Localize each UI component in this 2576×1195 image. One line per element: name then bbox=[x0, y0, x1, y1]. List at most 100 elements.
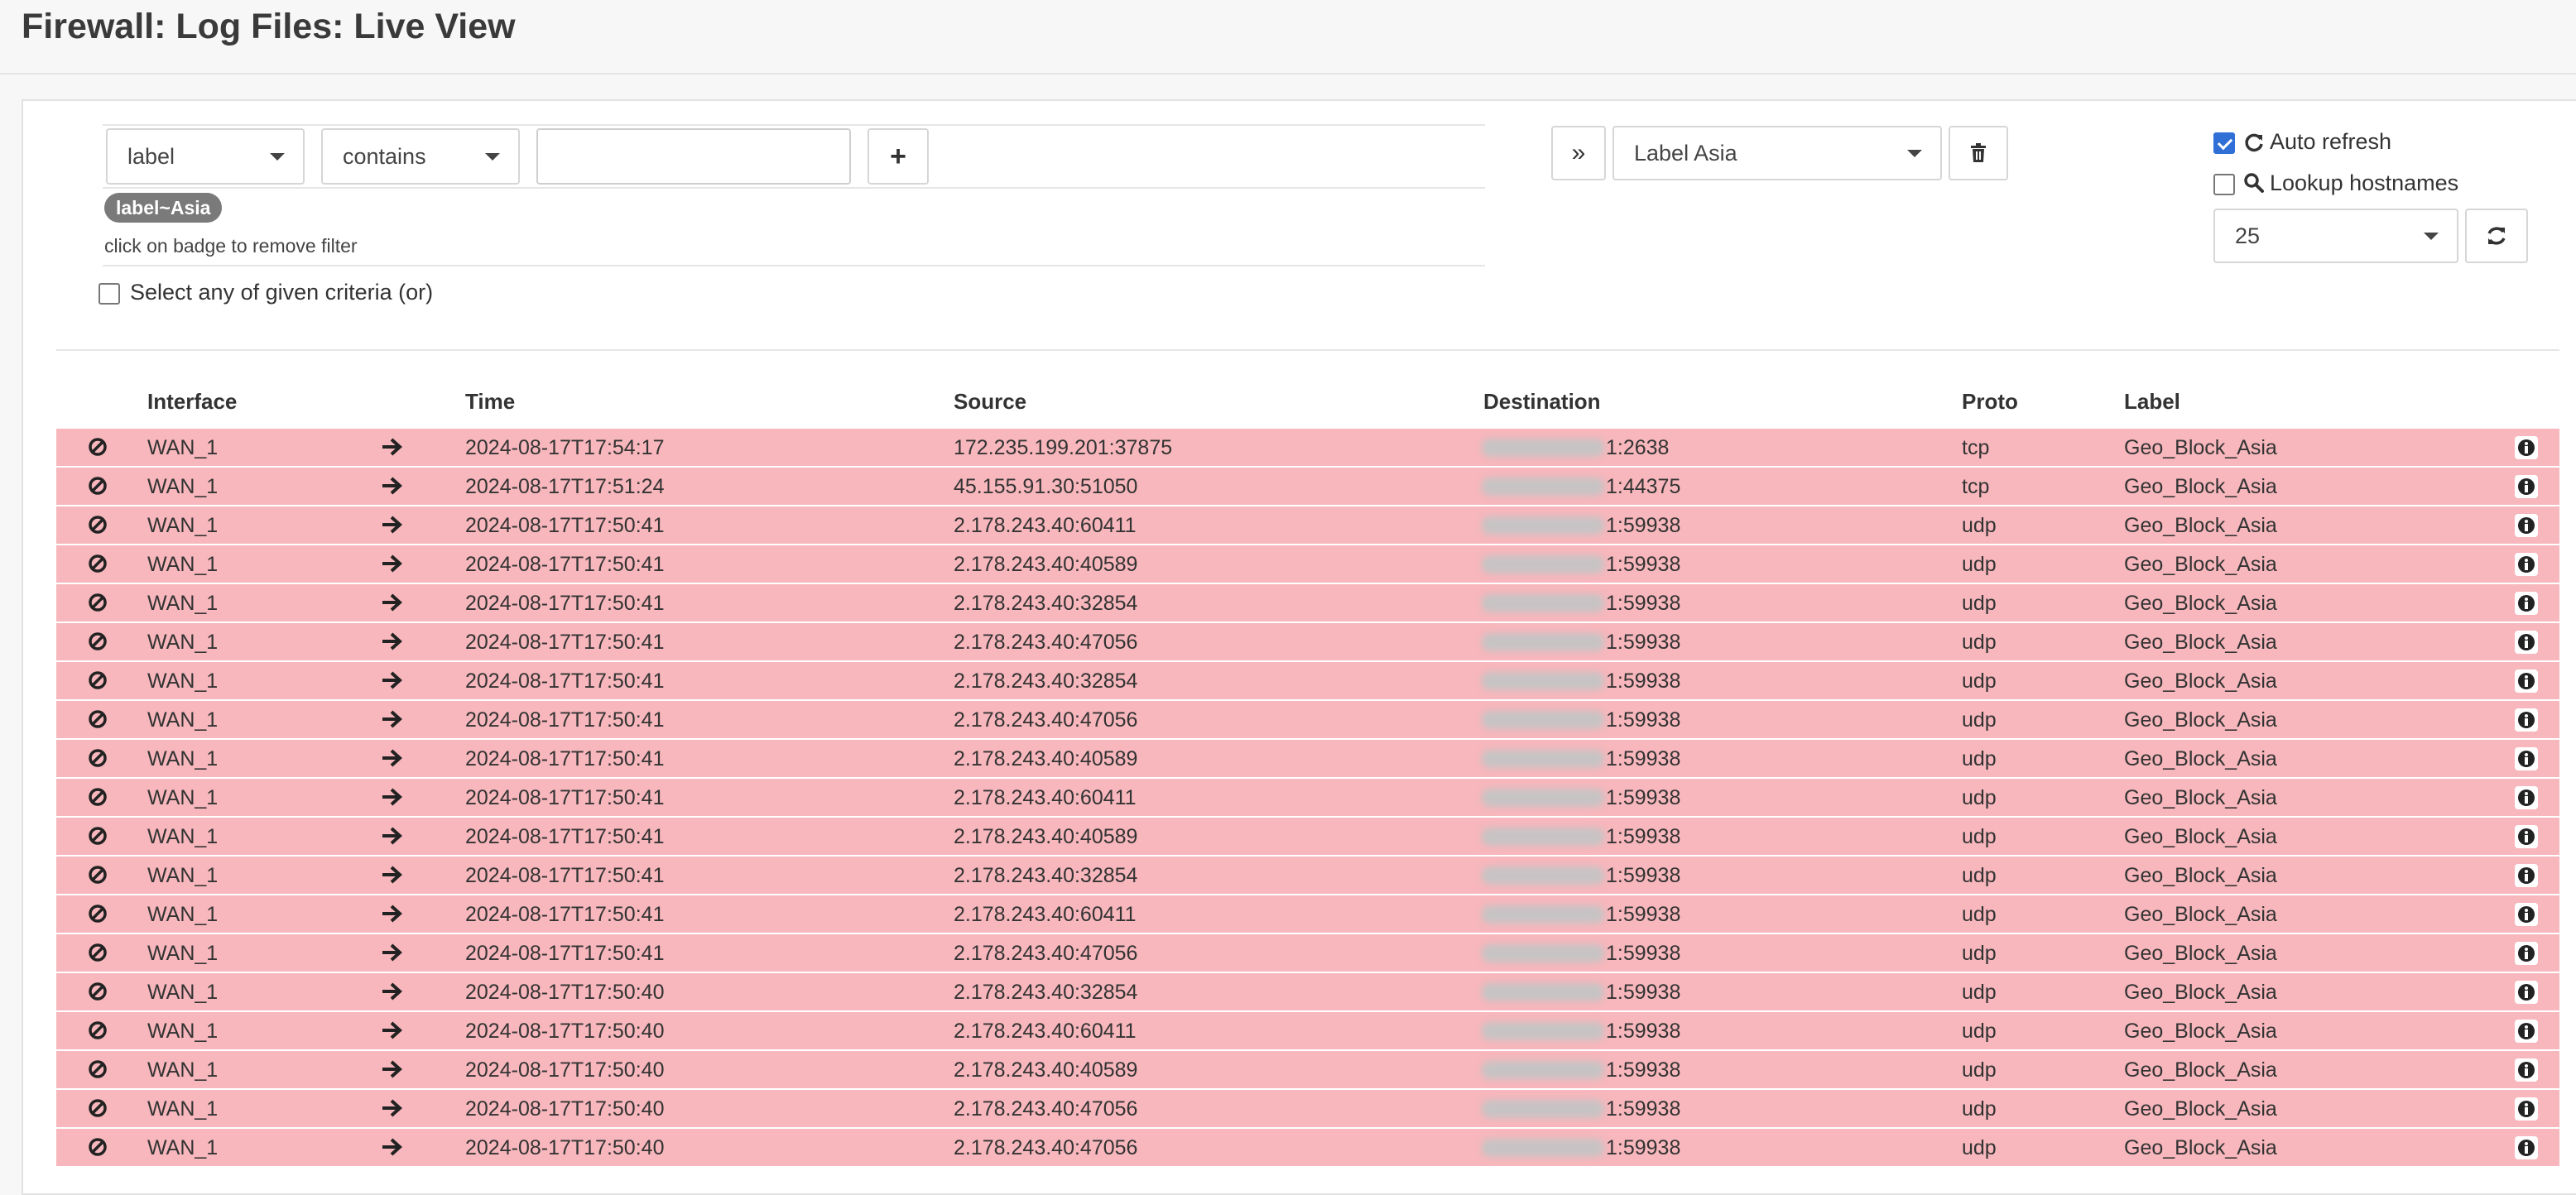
auto-refresh-checkbox[interactable] bbox=[2213, 132, 2235, 154]
filter-operator-value: contains bbox=[343, 143, 426, 169]
filter-value-input[interactable] bbox=[536, 128, 851, 185]
table-row[interactable]: WAN_1 2024-08-17T17:50:40 2.178.243.40:6… bbox=[56, 1012, 2559, 1049]
table-row[interactable]: WAN_1 2024-08-17T17:50:41 2.178.243.40:4… bbox=[56, 623, 2559, 660]
table-row[interactable]: WAN_1 2024-08-17T17:50:41 2.178.243.40:4… bbox=[56, 545, 2559, 583]
info-icon[interactable] bbox=[2515, 747, 2538, 770]
lookup-hostnames-label: Lookup hostnames bbox=[2270, 170, 2459, 195]
table-row[interactable]: WAN_1 2024-08-17T17:50:41 2.178.243.40:3… bbox=[56, 584, 2559, 621]
cell-time: 2024-08-17T17:51:24 bbox=[465, 475, 665, 498]
cell-proto: udp bbox=[1962, 1020, 1997, 1043]
column-header-proto[interactable]: Proto bbox=[1962, 389, 2018, 415]
redacted-address bbox=[1482, 672, 1604, 690]
cell-interface: WAN_1 bbox=[147, 1058, 219, 1082]
cell-time: 2024-08-17T17:50:41 bbox=[465, 708, 665, 732]
cell-time: 2024-08-17T17:50:41 bbox=[465, 864, 665, 887]
info-icon[interactable] bbox=[2515, 786, 2538, 809]
info-icon[interactable] bbox=[2515, 436, 2538, 459]
info-circle-icon bbox=[2518, 867, 2535, 884]
cell-interface: WAN_1 bbox=[147, 631, 219, 654]
page-title: Firewall: Log Files: Live View bbox=[22, 7, 516, 46]
info-icon[interactable] bbox=[2515, 592, 2538, 615]
info-circle-icon bbox=[2518, 789, 2535, 806]
lookup-hostnames-checkbox[interactable] bbox=[2213, 174, 2235, 195]
table-row[interactable]: WAN_1 2024-08-17T17:50:41 2.178.243.40:4… bbox=[56, 740, 2559, 777]
info-icon[interactable] bbox=[2515, 553, 2538, 576]
cell-time: 2024-08-17T17:54:17 bbox=[465, 436, 665, 459]
column-header-destination[interactable]: Destination bbox=[1483, 389, 1601, 415]
info-icon[interactable] bbox=[2515, 1097, 2538, 1121]
arrow-right-icon bbox=[382, 788, 402, 806]
filter-operator-select[interactable]: contains bbox=[321, 128, 520, 185]
info-icon[interactable] bbox=[2515, 631, 2538, 654]
table-row[interactable]: WAN_1 2024-08-17T17:50:40 2.178.243.40:3… bbox=[56, 973, 2559, 1010]
info-icon[interactable] bbox=[2515, 514, 2538, 537]
block-icon bbox=[89, 749, 107, 767]
info-icon[interactable] bbox=[2515, 942, 2538, 965]
info-icon[interactable] bbox=[2515, 669, 2538, 693]
cell-time: 2024-08-17T17:50:40 bbox=[465, 1097, 665, 1121]
table-row[interactable]: WAN_1 2024-08-17T17:50:41 2.178.243.40:3… bbox=[56, 662, 2559, 699]
table-row[interactable]: WAN_1 2024-08-17T17:50:40 2.178.243.40:4… bbox=[56, 1129, 2559, 1166]
apply-template-button[interactable]: » bbox=[1551, 126, 1606, 180]
info-icon[interactable] bbox=[2515, 475, 2538, 498]
cell-destination: 1:59938 bbox=[1606, 864, 1681, 887]
arrow-right-icon bbox=[382, 1138, 402, 1156]
table-row[interactable]: WAN_1 2024-08-17T17:50:40 2.178.243.40:4… bbox=[56, 1090, 2559, 1127]
cell-interface: WAN_1 bbox=[147, 475, 219, 498]
table-row[interactable]: WAN_1 2024-08-17T17:50:40 2.178.243.40:4… bbox=[56, 1051, 2559, 1088]
info-icon[interactable] bbox=[2515, 708, 2538, 732]
info-icon[interactable] bbox=[2515, 1136, 2538, 1159]
page-size-select[interactable]: 25 bbox=[2213, 209, 2458, 263]
info-circle-icon bbox=[2518, 1062, 2535, 1078]
table-row[interactable]: WAN_1 2024-08-17T17:51:24 45.155.91.30:5… bbox=[56, 468, 2559, 505]
filter-field-select[interactable]: label bbox=[106, 128, 305, 185]
info-icon[interactable] bbox=[2515, 981, 2538, 1004]
or-criteria-checkbox[interactable] bbox=[99, 283, 120, 305]
info-circle-icon bbox=[2518, 712, 2535, 728]
table-row[interactable]: WAN_1 2024-08-17T17:50:41 2.178.243.40:4… bbox=[56, 818, 2559, 855]
info-icon[interactable] bbox=[2515, 864, 2538, 887]
redacted-address bbox=[1482, 516, 1604, 535]
table-row[interactable]: WAN_1 2024-08-17T17:50:41 2.178.243.40:6… bbox=[56, 779, 2559, 816]
cell-interface: WAN_1 bbox=[147, 669, 219, 693]
table-row[interactable]: WAN_1 2024-08-17T17:50:41 2.178.243.40:6… bbox=[56, 506, 2559, 544]
cell-proto: udp bbox=[1962, 553, 1997, 576]
table-row[interactable]: WAN_1 2024-08-17T17:50:41 2.178.243.40:4… bbox=[56, 701, 2559, 738]
cell-source: 2.178.243.40:32854 bbox=[954, 592, 1138, 615]
delete-template-button[interactable] bbox=[1949, 126, 2008, 180]
cell-proto: udp bbox=[1962, 903, 1997, 926]
active-filter-badge[interactable]: label~Asia bbox=[104, 193, 223, 223]
redacted-address bbox=[1482, 555, 1604, 574]
redacted-address bbox=[1482, 1139, 1604, 1157]
table-row[interactable]: WAN_1 2024-08-17T17:50:41 2.178.243.40:4… bbox=[56, 934, 2559, 972]
arrow-right-icon bbox=[382, 516, 402, 534]
info-icon[interactable] bbox=[2515, 903, 2538, 926]
cell-label: Geo_Block_Asia bbox=[2124, 1058, 2277, 1082]
cell-proto: udp bbox=[1962, 942, 1997, 965]
cell-time: 2024-08-17T17:50:40 bbox=[465, 981, 665, 1004]
block-icon bbox=[89, 1099, 107, 1117]
table-row[interactable]: WAN_1 2024-08-17T17:54:17 172.235.199.20… bbox=[56, 429, 2559, 466]
table-row[interactable]: WAN_1 2024-08-17T17:50:41 2.178.243.40:6… bbox=[56, 895, 2559, 933]
add-filter-button[interactable]: + bbox=[867, 128, 929, 185]
cell-source: 2.178.243.40:40589 bbox=[954, 747, 1138, 770]
redacted-address bbox=[1482, 1022, 1604, 1040]
redacted-address bbox=[1482, 594, 1604, 612]
info-icon[interactable] bbox=[2515, 1020, 2538, 1043]
cell-destination: 1:59938 bbox=[1606, 981, 1681, 1004]
info-icon[interactable] bbox=[2515, 1058, 2538, 1082]
info-icon[interactable] bbox=[2515, 825, 2538, 848]
refresh-button[interactable] bbox=[2465, 209, 2528, 263]
table-row[interactable]: WAN_1 2024-08-17T17:50:41 2.178.243.40:3… bbox=[56, 857, 2559, 894]
info-circle-icon bbox=[2518, 556, 2535, 573]
column-header-time[interactable]: Time bbox=[465, 389, 515, 415]
column-header-interface[interactable]: Interface bbox=[147, 389, 237, 415]
chevron-down-icon bbox=[1907, 150, 1922, 157]
column-header-label[interactable]: Label bbox=[2124, 389, 2180, 415]
block-icon bbox=[89, 710, 107, 728]
cell-interface: WAN_1 bbox=[147, 553, 219, 576]
arrow-right-icon bbox=[382, 905, 402, 923]
column-header-source[interactable]: Source bbox=[954, 389, 1026, 415]
arrow-right-icon bbox=[382, 477, 402, 495]
template-select[interactable]: Label Asia bbox=[1612, 126, 1942, 180]
